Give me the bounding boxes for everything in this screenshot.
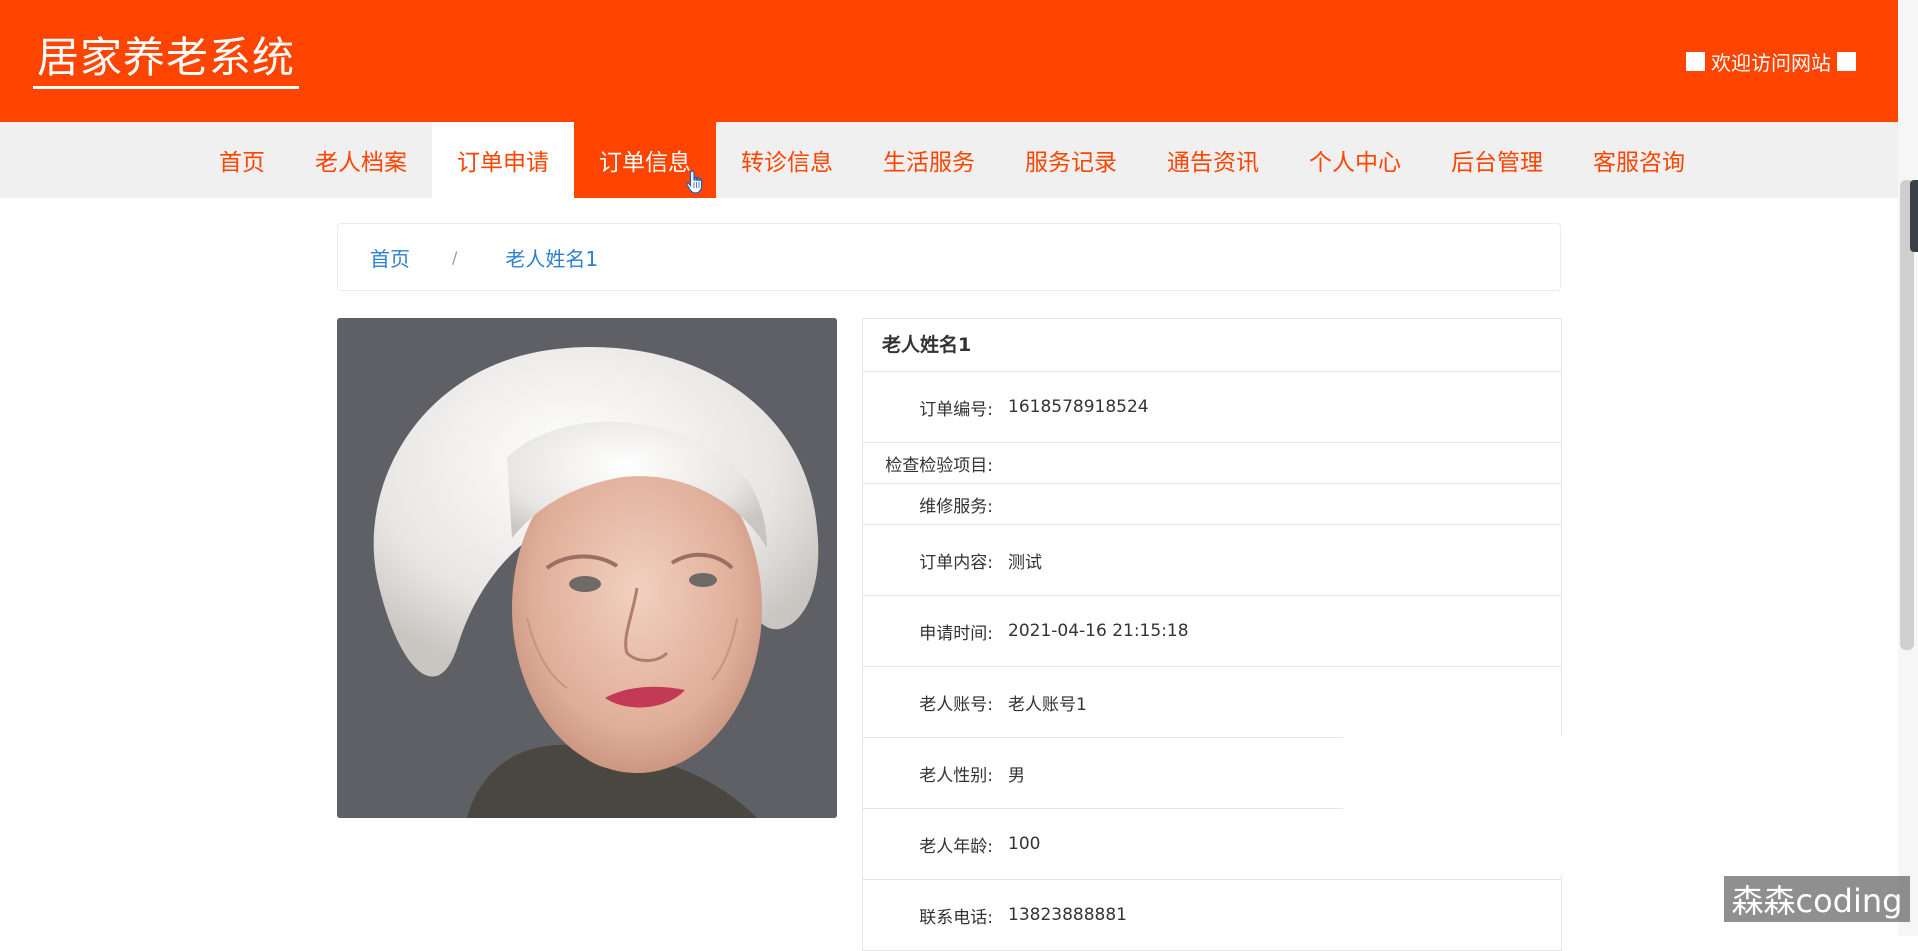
- field-value: 13823888881: [1008, 905, 1127, 925]
- field-label: 维修服务:: [919, 496, 993, 517]
- detail-row-order-content: 订单内容: 测试: [863, 525, 1561, 596]
- nav-item-life-service[interactable]: 生活服务: [858, 122, 1000, 198]
- detail-row-elder-account: 老人账号: 老人账号1: [863, 667, 1561, 738]
- side-widget-handle[interactable]: [1910, 180, 1918, 252]
- breadcrumb: 首页 / 老人姓名1: [337, 223, 1561, 291]
- field-label: 联系电话:: [919, 907, 993, 928]
- watermark: 森森coding: [1724, 876, 1910, 922]
- field-label: 申请时间:: [919, 623, 993, 644]
- welcome-text: 欢迎访问网站: [1711, 51, 1831, 75]
- nav-item-admin[interactable]: 后台管理: [1426, 122, 1568, 198]
- field-label: 检查检验项目:: [885, 455, 993, 476]
- nav-item-order-apply[interactable]: 订单申请: [432, 122, 574, 198]
- detail-row-contact-phone: 联系电话: 13823888881: [863, 880, 1561, 951]
- field-label: 老人性别:: [919, 765, 993, 786]
- nav-item-referral-info[interactable]: 转诊信息: [716, 122, 858, 198]
- nav-item-service-record[interactable]: 服务记录: [1000, 122, 1142, 198]
- breadcrumb-current[interactable]: 老人姓名1: [505, 243, 598, 272]
- square-icon: [1686, 52, 1705, 71]
- field-value: 1618578918524: [1008, 397, 1149, 417]
- breadcrumb-separator: /: [452, 247, 458, 267]
- detail-row-repair-service: 维修服务:: [863, 484, 1561, 525]
- field-label: 老人年龄:: [919, 836, 993, 857]
- elder-portrait-image: [337, 318, 837, 818]
- field-value: 100: [1008, 834, 1041, 854]
- nav-item-order-info-label: 订单信息: [599, 150, 691, 176]
- field-label: 订单编号:: [919, 399, 993, 420]
- site-header: 居家养老系统 欢迎访问网站: [0, 0, 1898, 122]
- page-scrollbar[interactable]: [1898, 0, 1918, 936]
- detail-row-apply-time: 申请时间: 2021-04-16 21:15:18: [863, 596, 1561, 667]
- field-value: 2021-04-16 21:15:18: [1008, 621, 1189, 641]
- nav-item-personal-center[interactable]: 个人中心: [1284, 122, 1426, 198]
- hand-cursor-icon: [686, 170, 703, 194]
- detail-title: 老人姓名1: [863, 319, 1561, 372]
- elder-photo: [337, 318, 837, 818]
- nav-item-order-info[interactable]: 订单信息: [574, 122, 716, 198]
- detail-row-order-number: 订单编号: 1618578918524: [863, 372, 1561, 443]
- welcome-banner: 欢迎访问网站: [1686, 47, 1856, 76]
- nav-item-customer-service[interactable]: 客服咨询: [1568, 122, 1710, 198]
- site-title[interactable]: 居家养老系统: [33, 33, 300, 90]
- field-label: 订单内容:: [919, 552, 993, 573]
- nav-item-home[interactable]: 首页: [194, 122, 290, 198]
- detail-row-inspection-items: 检查检验项目:: [863, 443, 1561, 484]
- field-value: 测试: [1008, 552, 1042, 573]
- square-icon: [1837, 52, 1856, 71]
- overlay-fade: [1343, 735, 1573, 875]
- nav-item-notice-news[interactable]: 通告资讯: [1142, 122, 1284, 198]
- field-label: 老人账号:: [919, 694, 993, 715]
- field-value: 老人账号1: [1008, 694, 1087, 715]
- nav-item-elder-profile[interactable]: 老人档案: [290, 122, 432, 198]
- main-nav: 首页 老人档案 订单申请 订单信息 转诊信息 生活服务 服务记录 通告资讯 个人…: [0, 122, 1898, 198]
- field-value: 男: [1008, 765, 1025, 786]
- breadcrumb-home-link[interactable]: 首页: [370, 243, 410, 272]
